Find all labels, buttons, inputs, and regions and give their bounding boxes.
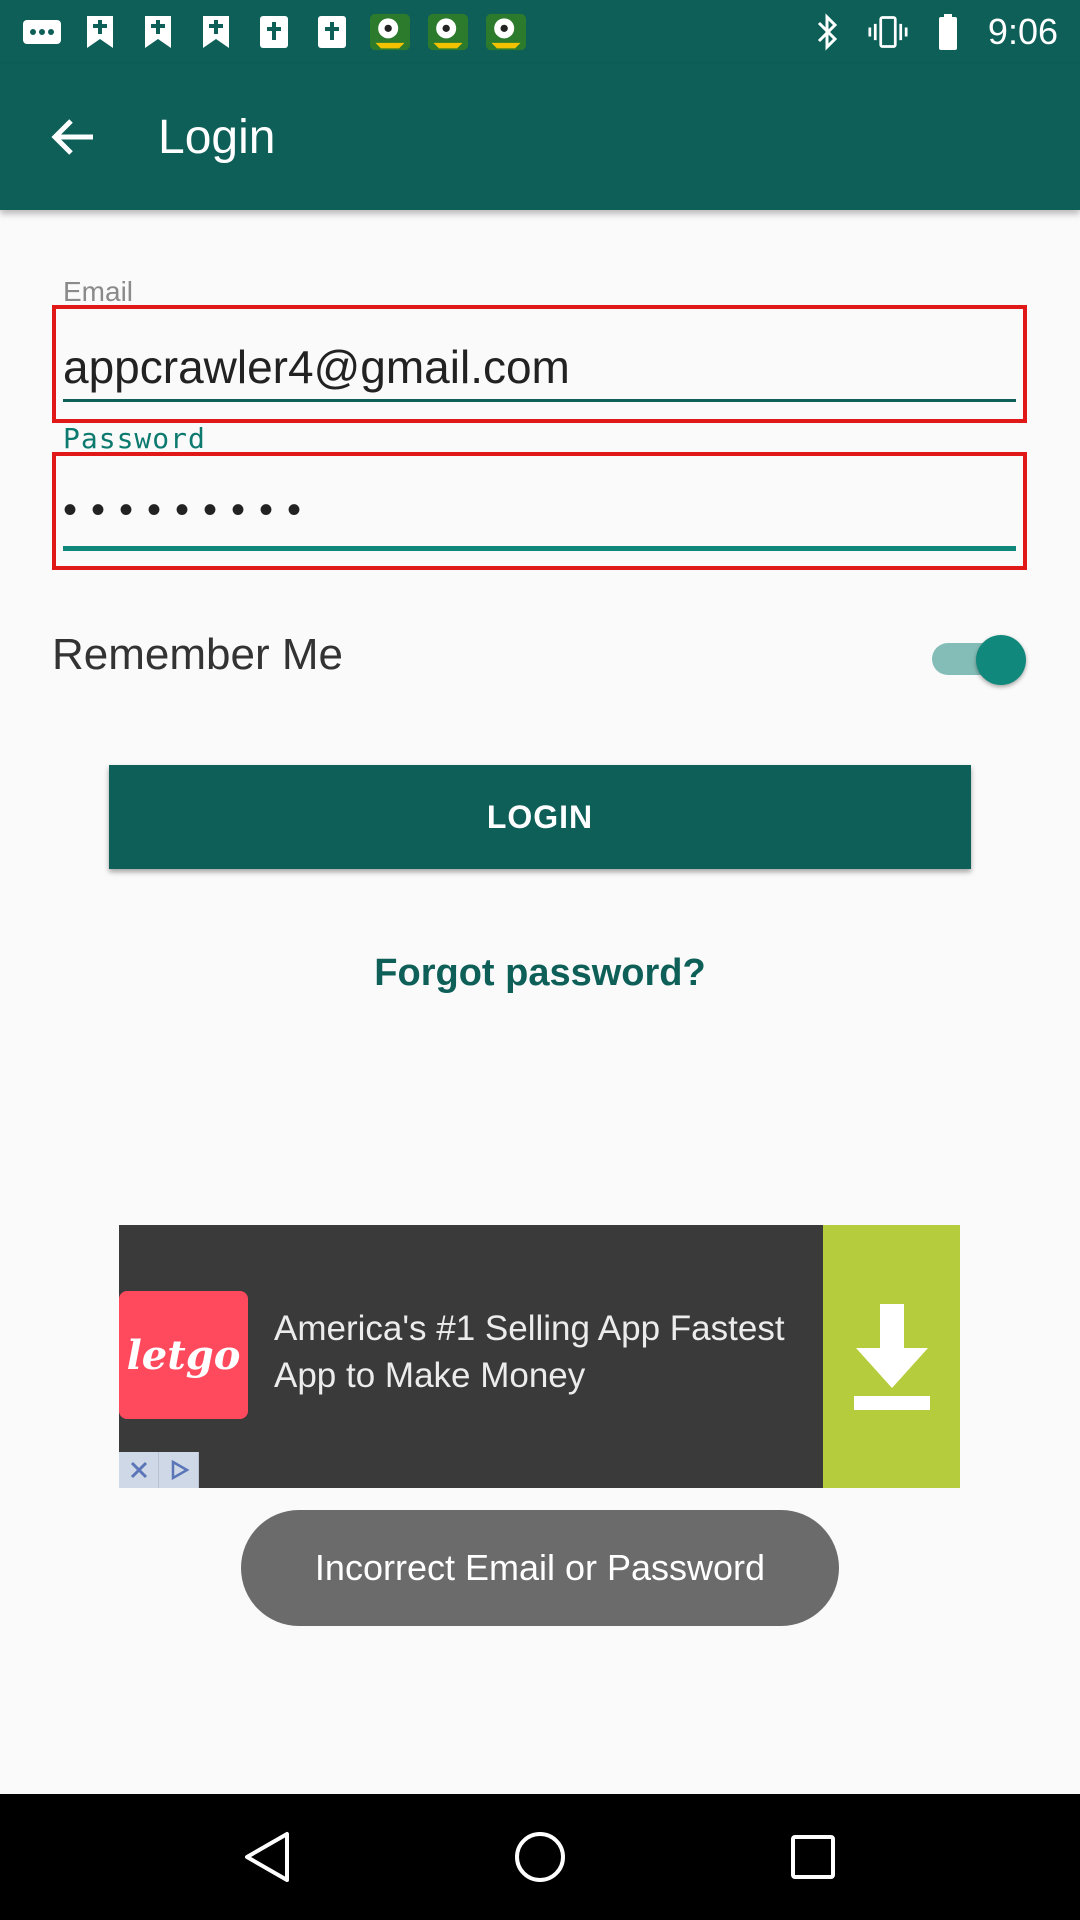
bookmark-icon xyxy=(196,12,236,52)
ad-choices-button[interactable] xyxy=(159,1452,199,1488)
battery-icon xyxy=(928,12,968,52)
switch-thumb xyxy=(976,635,1026,685)
email-label: Email xyxy=(63,276,134,307)
back-arrow-icon xyxy=(51,119,93,155)
ad-controls xyxy=(119,1452,199,1488)
ad-choices-icon xyxy=(171,1459,190,1481)
ad-banner[interactable]: letgo America's #1 Selling App Fastest A… xyxy=(119,1225,960,1488)
email-underline xyxy=(63,399,1016,402)
system-icons: 9:06 xyxy=(808,11,1058,53)
vibrate-icon xyxy=(868,12,908,52)
remember-me-label: Remember Me xyxy=(52,630,343,679)
app-bar: Login xyxy=(0,64,1080,210)
bible-icon xyxy=(254,12,294,52)
back-button[interactable] xyxy=(33,97,113,177)
error-toast: Incorrect Email or Password xyxy=(241,1510,839,1626)
letgo-logo: letgo xyxy=(119,1291,248,1419)
ad-text: America's #1 Selling App Fastest App to … xyxy=(274,1309,785,1395)
bible-icon xyxy=(312,12,352,52)
more-icon xyxy=(22,12,62,52)
bookmark-icon xyxy=(80,12,120,52)
password-underline xyxy=(63,546,1016,551)
soccer-icon xyxy=(486,12,526,52)
bookmark-icon xyxy=(138,12,178,52)
nav-home-button[interactable] xyxy=(495,1812,585,1902)
page-title: Login xyxy=(158,110,276,164)
forgot-password-link[interactable]: Forgot password? xyxy=(0,952,1080,995)
nav-recents-icon xyxy=(791,1835,836,1879)
nav-back-icon xyxy=(244,1832,289,1882)
remember-me-switch[interactable] xyxy=(932,635,1026,685)
soccer-icon xyxy=(370,12,410,52)
status-time: 9:06 xyxy=(987,11,1058,52)
close-icon xyxy=(130,1461,147,1479)
bluetooth-icon xyxy=(808,12,848,52)
password-field[interactable]: ••••••••• xyxy=(63,488,315,533)
soccer-icon xyxy=(428,12,468,52)
nav-home-icon xyxy=(514,1832,565,1882)
ad-download-button[interactable] xyxy=(823,1225,960,1488)
navigation-bar xyxy=(0,1794,1080,1920)
password-label: Password xyxy=(63,422,206,455)
notification-icons xyxy=(22,12,526,52)
ad-close-button[interactable] xyxy=(119,1452,159,1488)
nav-recents-button[interactable] xyxy=(768,1812,858,1902)
login-screen: 9:06 Login Email appcrawler4@gmail.com P… xyxy=(0,0,1080,1920)
email-field[interactable]: appcrawler4@gmail.com xyxy=(63,340,570,394)
download-icon xyxy=(853,1303,930,1410)
status-bar: 9:06 xyxy=(0,0,1080,64)
login-button[interactable]: LOGIN xyxy=(109,765,971,869)
nav-back-button[interactable] xyxy=(222,1812,312,1902)
